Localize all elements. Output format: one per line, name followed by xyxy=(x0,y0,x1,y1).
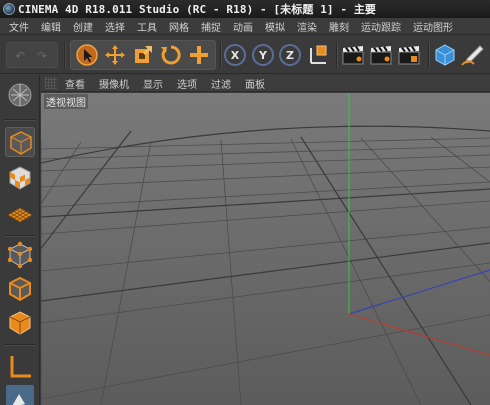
rotate-button[interactable] xyxy=(158,42,184,68)
make-editable-icon xyxy=(8,83,32,107)
palette-separator xyxy=(4,344,36,345)
recent-tool-button[interactable] xyxy=(186,42,212,68)
menu-select[interactable]: 选择 xyxy=(105,19,125,34)
menu-render[interactable]: 渲染 xyxy=(297,19,317,34)
menu-simulate[interactable]: 模拟 xyxy=(265,19,285,34)
palette-separator xyxy=(4,119,36,120)
menu-mograph[interactable]: 运动图形 xyxy=(413,19,453,34)
axis-icon xyxy=(10,356,31,378)
toolbar-separator xyxy=(428,42,429,68)
toolbar-separator xyxy=(336,42,337,68)
plus-tool-icon xyxy=(190,46,208,64)
polygons-cube-icon xyxy=(9,311,31,335)
viewport-menu-view[interactable]: 查看 xyxy=(65,76,85,91)
menu-edit[interactable]: 编辑 xyxy=(41,19,61,34)
enable-axis-button[interactable] xyxy=(5,352,35,382)
toolbar-separator xyxy=(64,42,65,68)
undo-redo-group: ↶ ↷ xyxy=(6,42,58,68)
texture-mode-button[interactable] xyxy=(5,163,35,193)
menu-snap[interactable]: 捕捉 xyxy=(201,19,221,34)
z-axis-lock-button[interactable]: Z xyxy=(279,44,301,66)
edges-mode-button[interactable] xyxy=(5,274,35,304)
clapper-icon xyxy=(342,46,364,65)
scale-icon xyxy=(135,46,152,63)
menu-create[interactable]: 创建 xyxy=(73,19,93,34)
model-cube-icon xyxy=(10,131,32,155)
move-button[interactable] xyxy=(102,42,128,68)
move-icon xyxy=(105,45,125,65)
panel-grip-icon[interactable] xyxy=(45,77,57,89)
pen-spline-button[interactable] xyxy=(460,42,486,68)
scale-button[interactable] xyxy=(130,42,156,68)
menu-bar: 文件 编辑 创建 选择 工具 网格 捕捉 动画 模拟 渲染 雕刻 运动跟踪 运动… xyxy=(0,18,490,35)
live-selection-icon xyxy=(76,44,98,66)
mode-palette xyxy=(0,75,40,405)
menu-mesh[interactable]: 网格 xyxy=(169,19,189,34)
viewport-menu-panel[interactable]: 面板 xyxy=(245,76,265,91)
menu-motion-tracking[interactable]: 运动跟踪 xyxy=(361,19,401,34)
workplane-mode-button[interactable] xyxy=(5,199,35,229)
workplane-grid-icon xyxy=(7,207,33,223)
model-mode-button[interactable] xyxy=(5,127,35,157)
palette-separator xyxy=(4,235,36,236)
viewport-grid xyxy=(41,93,490,405)
x-axis-lock-button[interactable]: X xyxy=(224,44,246,66)
title-bar: CINEMA 4D R18.011 Studio (RC - R18) - [未… xyxy=(0,0,490,18)
live-selection-button[interactable] xyxy=(74,42,100,68)
menu-tools[interactable]: 工具 xyxy=(137,19,157,34)
tweak-icon xyxy=(6,385,34,405)
toolbar-separator xyxy=(220,42,221,68)
clapper-icon xyxy=(398,46,420,65)
pen-icon xyxy=(461,45,484,66)
menu-sculpt[interactable]: 雕刻 xyxy=(329,19,349,34)
undo-icon[interactable]: ↶ xyxy=(15,49,25,63)
viewport-menu-options[interactable]: 选项 xyxy=(177,76,197,91)
redo-icon[interactable]: ↷ xyxy=(37,49,47,63)
points-mode-button[interactable] xyxy=(5,240,35,270)
y-axis-lock-button[interactable]: Y xyxy=(252,44,274,66)
menu-animate[interactable]: 动画 xyxy=(233,19,253,34)
perspective-viewport[interactable]: 透视视图 xyxy=(41,93,490,405)
points-cube-icon xyxy=(7,241,33,269)
make-editable-button[interactable] xyxy=(5,80,35,110)
viewport-label: 透视视图 xyxy=(44,94,88,109)
polygons-mode-button[interactable] xyxy=(5,308,35,338)
tweak-mode-button[interactable] xyxy=(5,384,35,405)
viewport-menu-filter[interactable]: 过滤 xyxy=(211,76,231,91)
clapper-icon xyxy=(370,46,392,65)
rotate-icon xyxy=(161,45,181,65)
render-view-button[interactable] xyxy=(340,42,366,68)
window-title: CINEMA 4D R18.011 Studio (RC - R18) - [未… xyxy=(18,3,377,16)
cube-icon xyxy=(435,44,455,66)
coordinate-system-button[interactable] xyxy=(306,42,332,68)
menu-file[interactable]: 文件 xyxy=(9,19,29,34)
main-toolbar: ↶ ↷ X Y Z xyxy=(0,36,490,74)
edges-cube-icon xyxy=(9,276,31,302)
render-settings-button[interactable] xyxy=(396,42,422,68)
cube-object-button[interactable] xyxy=(432,42,458,68)
render-to-picture-viewer-button[interactable] xyxy=(368,42,394,68)
viewport-menu-bar: 查看 摄像机 显示 选项 过滤 面板 xyxy=(41,75,490,92)
coordinate-system-icon xyxy=(310,45,327,64)
texture-checker-icon xyxy=(9,166,31,190)
viewport-menu-cameras[interactable]: 摄像机 xyxy=(99,76,129,91)
viewport-menu-display[interactable]: 显示 xyxy=(143,76,163,91)
cinema4d-logo-icon xyxy=(3,3,15,15)
